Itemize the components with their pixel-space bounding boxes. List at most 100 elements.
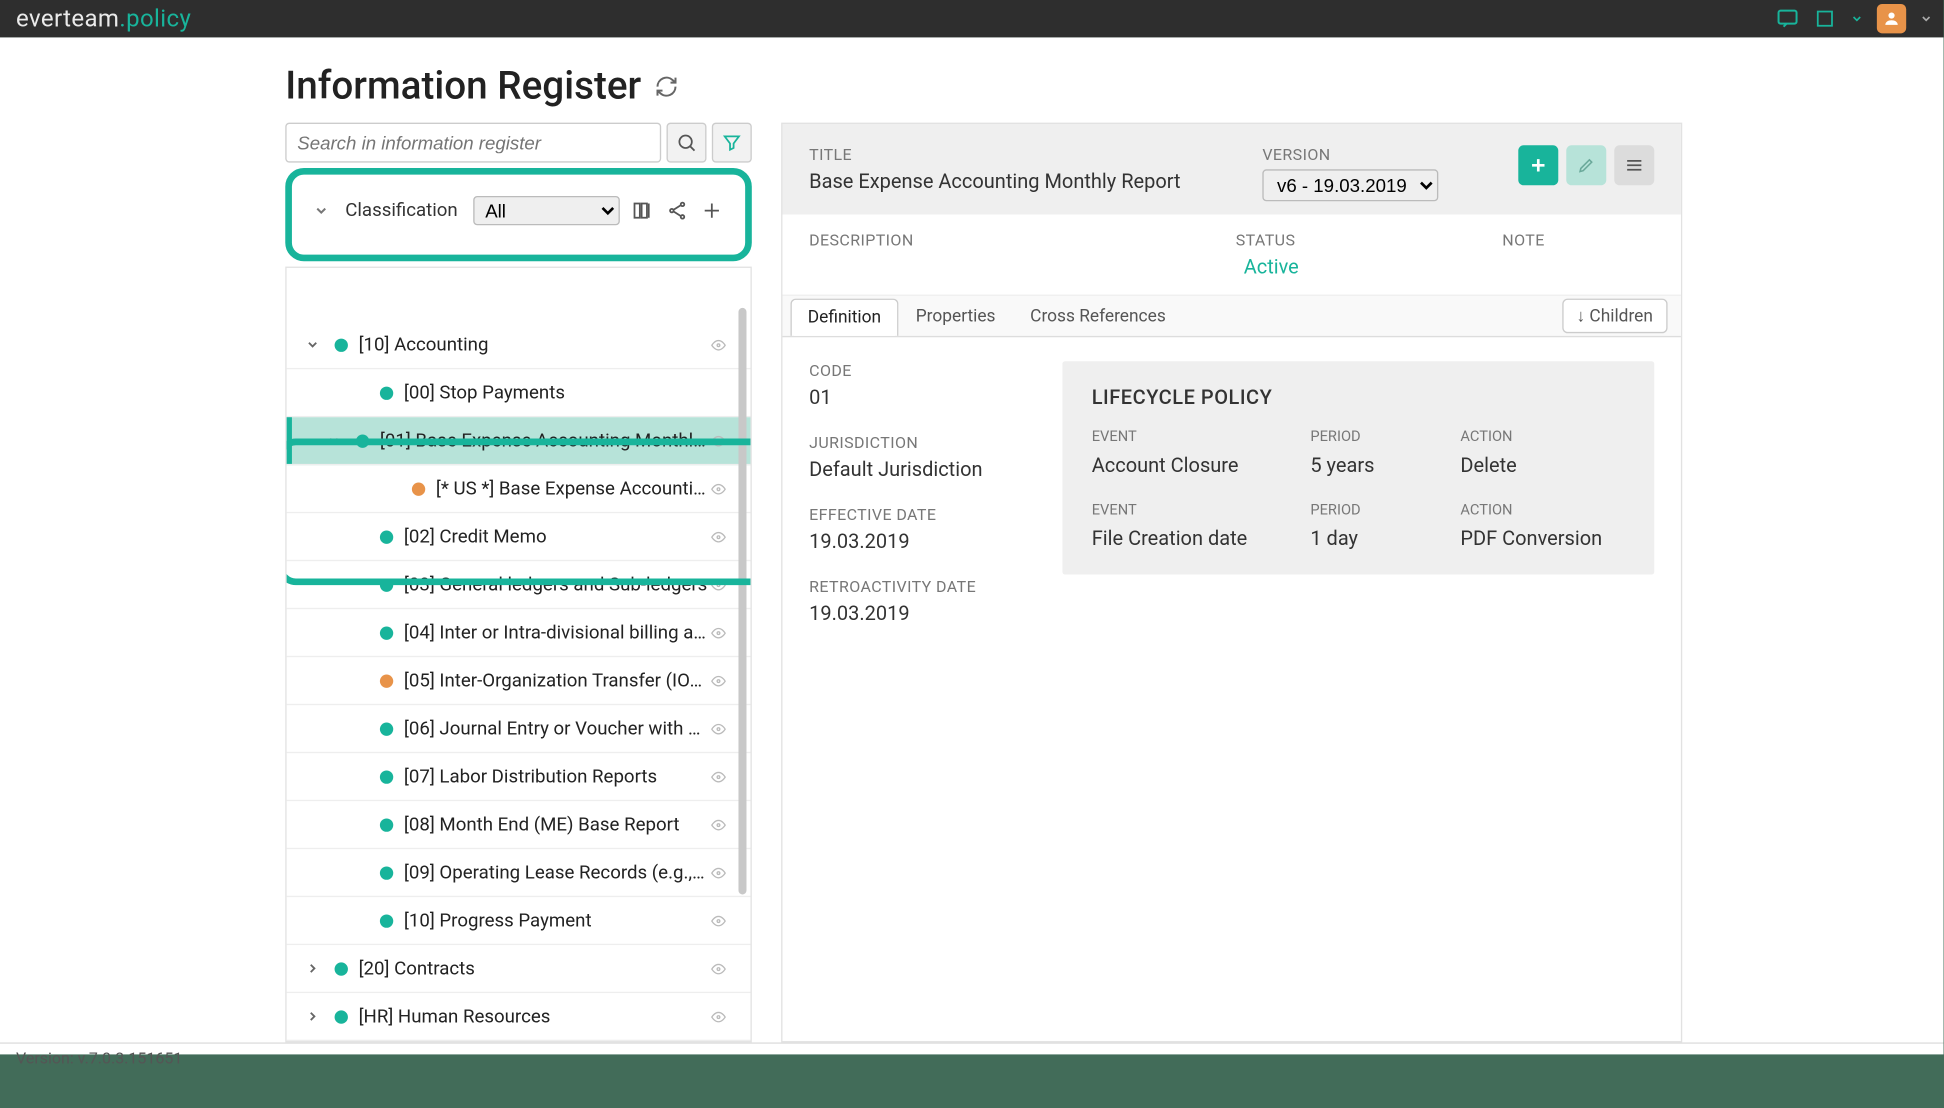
visibility-icon[interactable] [708,816,737,832]
tree-row[interactable]: [05] Inter-Organization Transfer (IOT) D… [287,657,751,705]
tree-item-label: [10] Accounting [359,334,708,355]
chevron-right-icon[interactable] [305,961,332,976]
status-dot-icon [380,914,393,927]
tree-item-label: [05] Inter-Organization Transfer (IOT) D… [404,670,708,691]
visibility-icon[interactable] [708,672,737,688]
tree-container: [10] Accounting [00] Stop Payments [01] Ba… [285,267,752,1043]
version-label: VERSION [1262,145,1438,164]
tree-row[interactable]: [10] Progress Payment [287,897,751,945]
tab-cross-references[interactable]: Cross References [1013,297,1183,334]
tree-row[interactable]: [04] Inter or Intra-divisional billing a… [287,609,751,657]
filter-button[interactable] [712,123,752,163]
status-dot-icon [335,962,348,975]
detail-panel: TITLE Base Expense Accounting Monthly Re… [781,123,1682,1043]
code-value: 01 [809,385,1009,409]
version-select[interactable]: v6 - 19.03.2019 [1262,169,1438,201]
status-dot-icon [380,578,393,591]
status-dot-icon [380,866,393,879]
lifecycle-box: LIFECYCLE POLICY EVENT PERIOD ACTION Acc… [1062,361,1654,574]
tree-item-label: [00] Stop Payments [404,382,729,403]
status-dot-icon [412,482,425,495]
status-dot-icon [380,722,393,735]
lc-r2-period: 1 day [1310,527,1433,551]
visibility-icon[interactable] [708,768,737,784]
lc-r2-action: PDF Conversion [1460,527,1625,551]
visibility-icon[interactable] [708,912,737,928]
chevron-right-icon[interactable] [305,1009,332,1024]
status-dot-icon [380,818,393,831]
tree-scrollbar[interactable] [737,268,748,1041]
tab-definition[interactable]: Definition [790,299,898,336]
status-dot-icon [380,770,393,783]
lc-action-header: ACTION [1460,428,1625,445]
lc-r1-action: Delete [1460,453,1625,477]
page-title: Information Register [285,64,641,109]
tree-row[interactable]: [07] Labor Distribution Reports [287,753,751,801]
add-icon[interactable] [700,199,724,223]
visibility-icon[interactable] [708,960,737,976]
visibility-icon[interactable] [708,529,737,545]
visibility-icon[interactable] [708,720,737,736]
classification-highlight: Classification All [285,168,752,261]
lc-r1-period: 5 years [1310,453,1433,477]
columns-icon[interactable] [631,199,655,223]
chevron-down-icon[interactable] [1850,7,1863,31]
classification-toggle-icon[interactable] [313,203,329,219]
refresh-icon[interactable] [655,75,679,99]
lc-period-header: PERIOD [1310,428,1433,445]
tree-item-label: [10] Progress Payment [404,910,708,931]
classification-label: Classification [345,200,457,221]
tree-row[interactable]: [00] Stop Payments [287,369,751,417]
version-footer: Version: v.7.0.3.151651 [0,1042,1944,1073]
jurisdiction-label: JURISDICTION [809,433,1009,452]
menu-button[interactable] [1614,145,1654,185]
children-button[interactable]: ↓ Children [1562,299,1668,334]
note-label: NOTE [1502,231,1544,250]
visibility-icon[interactable] [708,433,737,449]
user-chevron-icon[interactable] [1920,7,1933,31]
tree-item-label: [02] Credit Memo [404,526,708,547]
lc-r2-event: File Creation date [1092,527,1284,551]
share-icon[interactable] [665,199,689,223]
chevron-down-icon[interactable] [305,337,332,352]
tree-row[interactable]: [10] Accounting [287,321,751,369]
visibility-icon[interactable] [708,625,737,641]
status-dot-icon [380,674,393,687]
tree-row[interactable]: [20] Contracts [287,945,751,993]
lifecycle-title: LIFECYCLE POLICY [1092,385,1625,409]
tree-row[interactable]: [06] Journal Entry or Voucher with Backu… [287,705,751,753]
add-button[interactable] [1518,145,1558,185]
tree-item-label: [04] Inter or Intra-divisional billing a… [404,622,708,643]
chevron-down-icon[interactable] [327,433,354,448]
tree-row[interactable]: [01] Base Expense Accounting Monthly Rep… [287,417,751,465]
status-dot-icon [380,626,393,639]
visibility-icon[interactable] [708,1008,737,1024]
comment-icon[interactable] [1776,7,1800,31]
visibility-icon[interactable] [708,864,737,880]
tree-row[interactable]: [08] Month End (ME) Base Report [287,801,751,849]
visibility-icon[interactable] [708,481,737,497]
tab-properties[interactable]: Properties [898,297,1012,334]
edit-button[interactable] [1566,145,1606,185]
status-value: Active [1244,255,1299,279]
lc-period-header2: PERIOD [1310,501,1433,518]
status-dot-icon [356,434,369,447]
visibility-icon[interactable] [708,337,737,353]
tree-row[interactable]: [* US *] Base Expense Accounting Florida [287,465,751,513]
title-value: Base Expense Accounting Monthly Report [809,169,1182,193]
tree-row[interactable]: [02] Credit Memo [287,513,751,561]
classification-select[interactable]: All [473,196,620,225]
tree-item-label: [01] Base Expense Accounting Monthly Rep… [380,430,708,451]
tree-row[interactable]: [03] General ledgers and Sub-ledgers [287,561,751,609]
user-avatar[interactable] [1877,4,1906,33]
search-button[interactable] [667,123,707,163]
window-icon[interactable] [1813,7,1837,31]
lc-event-header: EVENT [1092,428,1284,445]
tree-item-label: [09] Operating Lease Records (e.g., prop… [404,862,708,883]
tree-row[interactable]: [09] Operating Lease Records (e.g., prop… [287,849,751,897]
description-label: DESCRIPTION [809,231,1156,250]
visibility-icon[interactable] [708,577,737,593]
tree-row[interactable]: [HR] Human Resources [287,993,751,1041]
code-label: CODE [809,361,1009,380]
search-input[interactable] [285,123,661,163]
